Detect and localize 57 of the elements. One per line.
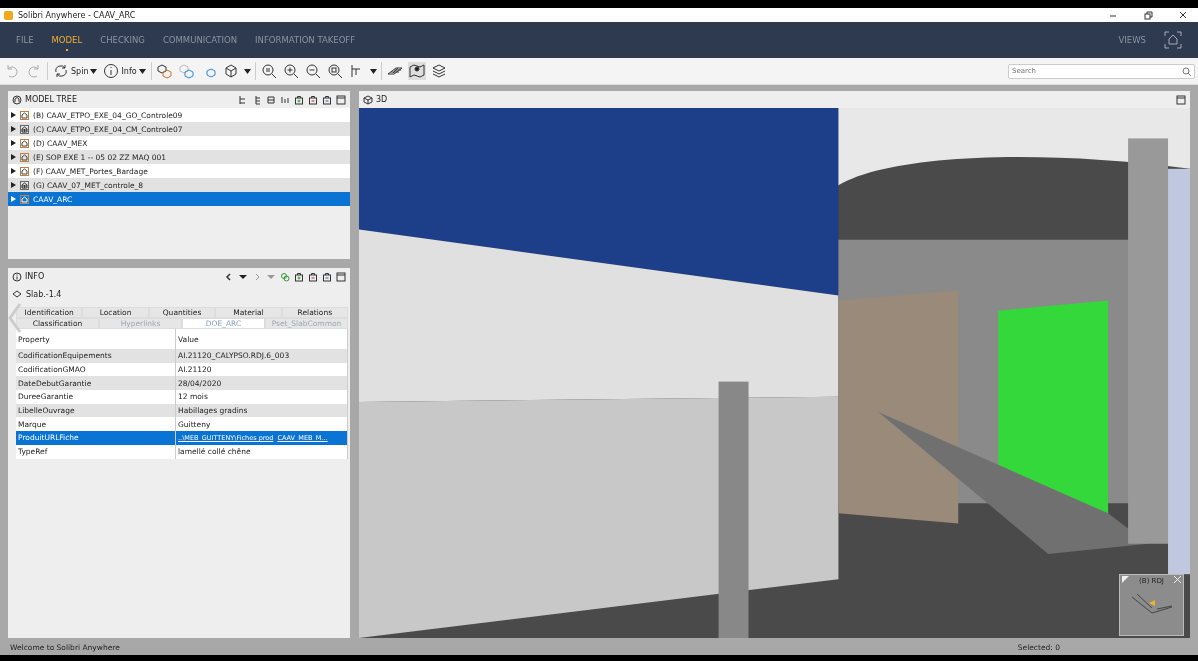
expand-arrow-icon[interactable] (11, 154, 16, 160)
window-icon[interactable] (336, 94, 346, 105)
building-icon (20, 180, 29, 190)
back-icon[interactable] (224, 271, 234, 282)
menu-tab[interactable]: INFORMATION TAKEOFF (255, 31, 356, 49)
zoom-fit-icon[interactable] (260, 63, 277, 79)
close-icon[interactable] (1178, 10, 1188, 20)
caret-icon (138, 68, 146, 74)
restore-icon[interactable] (1143, 10, 1153, 20)
object-name: Slab.-1.4 (26, 289, 62, 299)
add-icon[interactable] (294, 271, 304, 282)
building-icon (20, 124, 29, 134)
menu-tab[interactable]: COMMUNICATION (162, 31, 238, 49)
house-icon (20, 152, 29, 162)
caret-icon (90, 68, 98, 74)
expand-arrow-icon[interactable] (11, 112, 16, 118)
zoom-in-icon[interactable] (282, 63, 299, 79)
panel-title: MODEL TREE (25, 95, 78, 104)
views-label: VIEWS (1118, 35, 1146, 45)
panel-title: INFO (25, 272, 46, 281)
panel-title: 3D (376, 95, 389, 104)
caret-icon[interactable] (243, 68, 251, 74)
clipboard-icon[interactable] (322, 94, 332, 105)
search-icon (1182, 66, 1191, 76)
corner-icon[interactable] (1122, 576, 1129, 583)
add-icon[interactable] (294, 94, 304, 105)
expand-arrow-icon[interactable] (11, 168, 16, 174)
app-logo-icon (4, 10, 13, 20)
info-icon (103, 63, 120, 79)
menu-tab[interactable]: CHECKING (100, 31, 145, 49)
house-icon (20, 138, 29, 148)
rotate-icon (53, 63, 69, 79)
clipboard-icon[interactable] (322, 271, 332, 282)
house-icon (20, 194, 29, 204)
menu-tab[interactable]: MODEL (51, 31, 83, 49)
caret-icon[interactable] (369, 68, 377, 74)
expand-arrow-icon[interactable] (11, 182, 16, 188)
window-icon[interactable] (1176, 94, 1186, 105)
slab-icon (12, 290, 22, 298)
info-icon (12, 271, 22, 282)
house-icon (20, 166, 29, 176)
expand-arrow-icon[interactable] (11, 140, 16, 146)
model-tree-icon (12, 94, 22, 105)
layers-icon[interactable] (430, 63, 447, 79)
zoom-out-icon[interactable] (304, 63, 321, 79)
map-pin-icon[interactable] (408, 63, 425, 79)
zoom-window-icon[interactable] (326, 63, 343, 79)
window-icon[interactable] (336, 271, 346, 282)
remove-icon[interactable] (308, 271, 318, 282)
spin-button[interactable]: Spin (52, 62, 99, 80)
house-icon (20, 110, 29, 120)
expand-arrow-icon[interactable] (11, 126, 16, 132)
window-title: Solibri Anywhere - CAAV_ARC (18, 10, 137, 20)
menu-tab[interactable]: FILE (16, 31, 34, 49)
views-icon[interactable] (1164, 31, 1182, 49)
info-button[interactable]: Info (102, 62, 147, 80)
remove-icon[interactable] (308, 94, 318, 105)
